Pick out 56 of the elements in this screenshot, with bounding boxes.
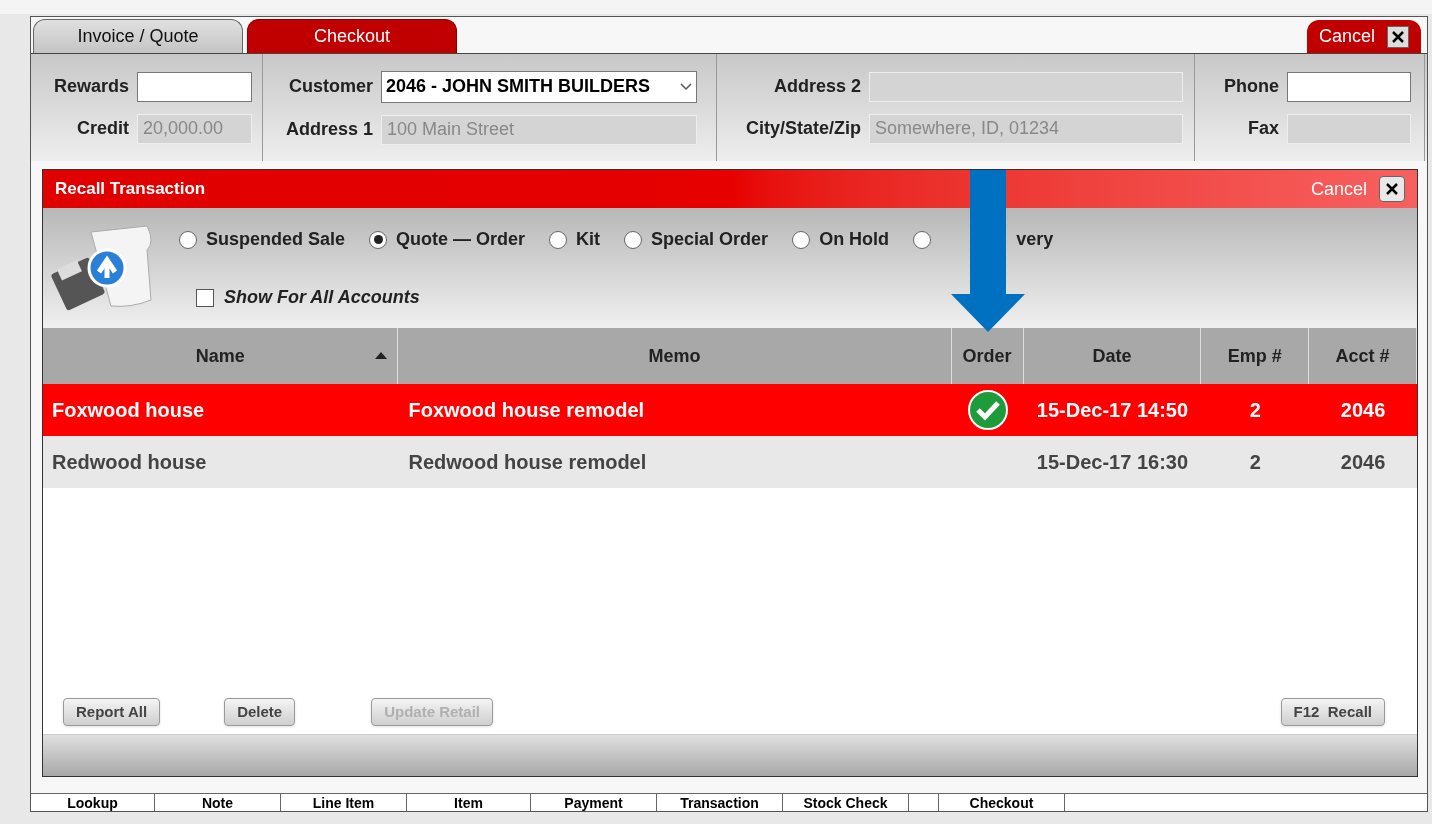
- dialog-title: Recall Transaction: [55, 178, 206, 201]
- radio-button[interactable]: [913, 230, 932, 249]
- radio-label[interactable]: On Hold: [819, 226, 890, 253]
- radio-label[interactable]: Quote — Order: [396, 226, 526, 253]
- field-label: Customer: [288, 75, 373, 98]
- radio-label[interactable]: Suspended Sale: [206, 226, 346, 253]
- table-cell-text: Redwood house remodel: [407, 450, 648, 475]
- toolbar-button[interactable]: Transaction: [657, 794, 783, 811]
- toolbar-button[interactable]: Note: [155, 794, 281, 811]
- table-cell-text: 2: [1248, 450, 1262, 475]
- toolbar-button[interactable]: Payment: [531, 794, 657, 811]
- checkbox-label[interactable]: Show For All Accounts: [224, 284, 420, 311]
- dialog-button[interactable]: Report All: [63, 698, 161, 726]
- radio-label[interactable]: very: [1016, 226, 1054, 253]
- cancel-button[interactable]: Cancel: [1306, 20, 1421, 53]
- close-button[interactable]: [1379, 176, 1405, 202]
- table-cell-text: 15-Dec-17 14:50: [1035, 398, 1190, 423]
- input-field[interactable]: [1287, 71, 1411, 102]
- radio-button[interactable]: [179, 230, 197, 249]
- table-cell-text: 2046: [1339, 450, 1387, 475]
- table-cell-text: 2: [1248, 398, 1262, 423]
- dialog-button[interactable]: F12 Recall: [1280, 698, 1385, 726]
- field-label: Rewards: [52, 75, 129, 98]
- customer-dropdown[interactable]: 2046 - JOHN SMITH BUILDERS: [381, 70, 697, 103]
- table-cell-text: 15-Dec-17 16:30: [1035, 450, 1190, 475]
- tab[interactable]: Invoice / Quote: [33, 19, 243, 53]
- toolbar-button[interactable]: Stock Check: [783, 794, 909, 811]
- radio-button[interactable]: [792, 230, 811, 249]
- toolbar-button[interactable]: Lookup: [31, 794, 155, 811]
- input-field[interactable]: [137, 71, 252, 102]
- table-cell-text: Foxwood house remodel: [407, 398, 646, 423]
- field-label: Credit: [76, 117, 129, 140]
- dialog-button[interactable]: Delete: [224, 698, 296, 726]
- field-label: Fax: [1246, 117, 1279, 140]
- checkbox[interactable]: [196, 288, 214, 307]
- toolbar-button[interactable]: Line Item: [281, 794, 407, 811]
- field-label: Address 1: [284, 118, 373, 141]
- tab[interactable]: Checkout: [247, 19, 457, 53]
- radio-label[interactable]: Kit: [576, 226, 601, 253]
- toolbar-button[interactable]: Checkout: [939, 794, 1065, 811]
- field-label: Phone: [1223, 75, 1279, 98]
- table-cell-text: Redwood house: [51, 450, 208, 475]
- field-label: Address 2: [772, 75, 861, 98]
- radio-button[interactable]: [369, 230, 388, 249]
- table-cell-text: Foxwood house: [51, 398, 206, 423]
- radio-label[interactable]: Special Order: [651, 226, 769, 253]
- table-row[interactable]: Foxwood house Foxwood house remodel 15-Dec-17 14:50 2 2046: [43, 384, 1417, 436]
- close-icon: [1384, 181, 1400, 197]
- chevron-down-icon: [680, 82, 692, 91]
- close-icon: [1391, 29, 1405, 44]
- toolbar-button[interactable]: Item: [407, 794, 531, 811]
- field-label: City/State/Zip: [745, 117, 861, 140]
- radio-button[interactable]: [549, 230, 568, 249]
- radio-button[interactable]: [624, 230, 643, 249]
- table-cell-text: 2046: [1339, 398, 1387, 423]
- table-row[interactable]: Redwood house Redwood house remodel 15-Dec-17 16:30 2 2046: [43, 436, 1417, 488]
